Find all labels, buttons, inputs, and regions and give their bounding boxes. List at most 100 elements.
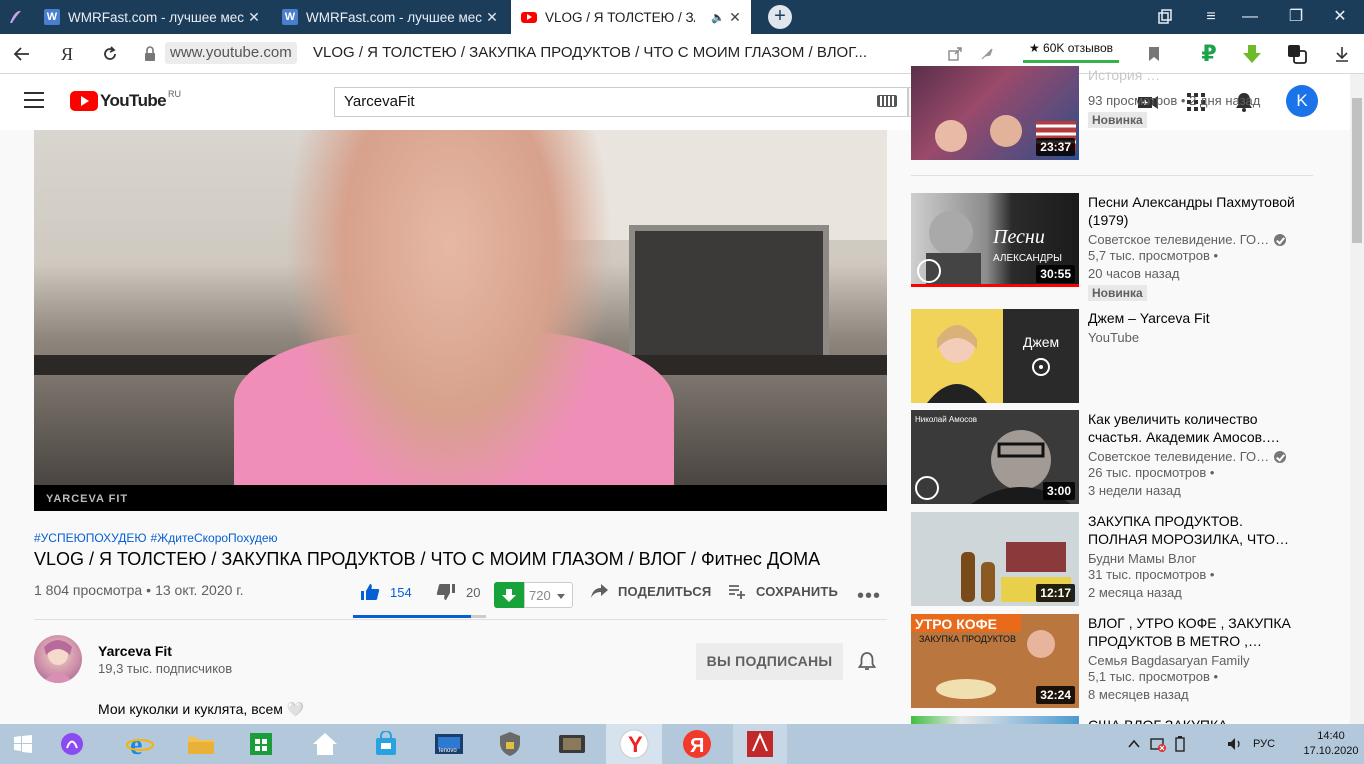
video-title[interactable]: Как увеличить количество счастья. Академ… (1088, 410, 1298, 446)
new-tab-button[interactable]: + (768, 5, 792, 29)
battery-icon[interactable] (1173, 736, 1187, 752)
like-button[interactable]: 154 (360, 583, 412, 601)
more-actions-icon[interactable]: ••• (857, 585, 881, 608)
reload-icon[interactable] (98, 42, 122, 66)
translate-extension-icon[interactable] (1285, 42, 1309, 66)
close-tab-icon[interactable]: ✕ (484, 9, 500, 25)
recommended-mix[interactable]: Джем Джем – Yarceva Fit YouTube (911, 309, 1314, 403)
hashtags: #УСПЕЮПОХУДЕЮ #ЖдитеСкороПохудею (34, 531, 282, 545)
close-window-button[interactable]: ✕ (1328, 5, 1352, 29)
file-explorer-icon[interactable] (178, 724, 224, 764)
hashtag-link[interactable]: #ЖдитеСкороПохудею (150, 531, 277, 545)
scrollbar-thumb[interactable] (1352, 98, 1362, 243)
yandex-home-button[interactable]: Я (55, 42, 79, 66)
url-domain[interactable]: www.youtube.com (165, 42, 297, 64)
channel-name[interactable]: Советское телевидение. ГО… (1088, 232, 1298, 247)
video-thumbnail[interactable]: Песни АЛЕКСАНДРЫ 30:55 (911, 193, 1079, 287)
notification-bell-icon[interactable] (857, 651, 877, 678)
yandex-browser-taskbar-button[interactable]: Y (606, 724, 662, 764)
download-quality-select[interactable]: 720 (524, 582, 573, 608)
keyboard-icon[interactable] (877, 95, 897, 107)
turbo-rocket-icon[interactable] (975, 42, 999, 66)
video-thumbnail[interactable]: Николай Амосов 3:00 (911, 410, 1079, 504)
download-button[interactable] (494, 582, 524, 608)
close-tab-icon[interactable]: ✕ (727, 9, 743, 25)
recommended-video[interactable]: Песни АЛЕКСАНДРЫ 30:55 Песни Александры П… (911, 193, 1314, 301)
search-input[interactable]: YarcevaFit (334, 87, 908, 117)
hashtag-link[interactable]: #УСПЕЮПОХУДЕЮ (34, 531, 146, 545)
mix-title[interactable]: Джем – Yarceva Fit (1088, 309, 1298, 327)
downloads-icon[interactable] (1330, 42, 1354, 66)
security-shield-icon[interactable] (487, 724, 533, 764)
video-title[interactable]: Песни Александры Пахмутовой (1979) (1088, 193, 1298, 229)
show-hidden-icons-icon[interactable] (1127, 737, 1141, 751)
video-title[interactable]: История … (1088, 66, 1298, 84)
video-thumbnail[interactable] (911, 716, 1079, 724)
video-thumbnail[interactable]: 23:37 (911, 66, 1079, 160)
channel-name[interactable]: Советское телевидение. ГО… (1088, 449, 1298, 464)
browser-menu-button[interactable]: ≡ (1199, 5, 1223, 29)
share-button[interactable]: ПОДЕЛИТЬСЯ (590, 583, 711, 599)
clock-date: 17.10.2020 (1303, 745, 1359, 757)
store-icon[interactable] (238, 724, 284, 764)
lock-icon[interactable] (138, 42, 162, 66)
volume-icon[interactable] (1226, 736, 1244, 752)
subscribed-button[interactable]: ВЫ ПОДПИСАНЫ (696, 643, 843, 680)
channel-name[interactable]: Yarceva Fit (98, 643, 172, 659)
dislike-button[interactable]: 20 (436, 583, 480, 601)
video-thumbnail[interactable]: 12:17 (911, 512, 1079, 606)
bookmark-icon[interactable] (1142, 42, 1166, 66)
lenovo-app-icon[interactable]: lenovo (426, 724, 472, 764)
share-link-icon[interactable] (943, 42, 967, 66)
video-thumbnail[interactable]: Джем (911, 309, 1079, 403)
close-tab-icon[interactable]: ✕ (246, 9, 262, 25)
video-watermark: YARCEVA FIT (46, 493, 129, 505)
browser-tab[interactable]: W WMRFast.com - лучшее мес ✕ (272, 0, 508, 34)
video-title[interactable]: США ВЛОГ ЗАКУПКА (1088, 716, 1298, 724)
speaker-icon[interactable]: 🔈 (711, 11, 725, 24)
channel-name[interactable]: YouTube (1088, 330, 1298, 345)
youtube-logo[interactable]: YouTube RU (70, 89, 181, 111)
recommended-video[interactable]: Николай Амосов 3:00 Как увеличить количе… (911, 410, 1314, 504)
pdf-reader-icon[interactable] (733, 724, 787, 764)
shopping-bag-icon[interactable] (363, 724, 409, 764)
recommended-video[interactable]: 23:37 История … 93 просмотров • 2 дня на… (911, 66, 1314, 160)
video-title[interactable]: ЗАКУПКА ПРОДУКТОВ. ПОЛНАЯ МОРОЗИЛКА, ЧТО… (1088, 512, 1298, 548)
yandex-icon[interactable]: Я (672, 724, 722, 764)
upload-age: 8 месяцев назад (1088, 687, 1189, 702)
browser-tab-strip: W WMRFast.com - лучшее мес ✕ W WMRFast.c… (0, 0, 1364, 34)
start-button[interactable] (0, 724, 46, 764)
video-title[interactable]: ВЛОГ , УТРО КОФЕ , ЗАКУПКА ПРОДУКТОВ В M… (1088, 614, 1298, 650)
internet-explorer-icon[interactable]: e (117, 724, 163, 764)
alice-assistant-icon[interactable] (49, 724, 95, 764)
save-to-playlist-button[interactable]: СОХРАНИТЬ (728, 583, 838, 599)
upload-age: 2 месяца назад (1088, 585, 1182, 600)
browser-tab[interactable]: W WMRFast.com - лучшее мес ✕ (34, 0, 270, 34)
guide-menu-icon[interactable] (24, 92, 44, 108)
chevron-down-icon (557, 594, 565, 599)
reviews-badge[interactable]: ★ 60K отзывов (1023, 39, 1119, 63)
video-player[interactable]: YARCEVA FIT (34, 130, 887, 511)
channel-name[interactable]: Будни Мамы Влог (1088, 551, 1298, 566)
tabs-overview-icon[interactable] (1153, 5, 1177, 29)
ruble-extension-icon[interactable]: ₽ (1197, 42, 1221, 66)
browser-menu-icon[interactable] (6, 8, 24, 26)
media-player-icon[interactable] (549, 724, 595, 764)
home-icon[interactable] (302, 724, 348, 764)
input-language[interactable]: РУС (1253, 738, 1275, 750)
clock[interactable]: 14:40 17.10.2020 (1300, 729, 1362, 759)
url-page-title[interactable]: VLOG / Я ТОЛСТЕЮ / ЗАКУПКА ПРОДУКТОВ / Ч… (313, 44, 913, 61)
network-disabled-icon[interactable] (1150, 736, 1166, 752)
minimize-button[interactable]: — (1238, 5, 1262, 29)
restore-button[interactable]: ❐ (1284, 5, 1308, 29)
back-arrow-icon[interactable] (10, 42, 34, 66)
channel-name[interactable]: Семья Bagdasaryan Family (1088, 653, 1298, 668)
recommended-video[interactable]: 12:17 ЗАКУПКА ПРОДУКТОВ. ПОЛНАЯ МОРОЗИЛК… (911, 512, 1314, 606)
recommended-video[interactable]: США ВЛОГ ЗАКУПКА (911, 716, 1314, 724)
video-thumbnail[interactable]: УТРО КОФЕ ЗАКУПКА ПРОДУКТОВ 32:24 (911, 614, 1079, 708)
browser-tab-active[interactable]: VLOG / Я ТОЛСТЕЮ / ЗАК 🔈 ✕ (511, 0, 751, 34)
recommended-video[interactable]: УТРО КОФЕ ЗАКУПКА ПРОДУКТОВ 32:24 ВЛОГ , … (911, 614, 1314, 708)
download-extension-icon[interactable] (1240, 42, 1264, 66)
channel-avatar[interactable] (34, 635, 82, 683)
sentiment-bar (353, 615, 486, 618)
